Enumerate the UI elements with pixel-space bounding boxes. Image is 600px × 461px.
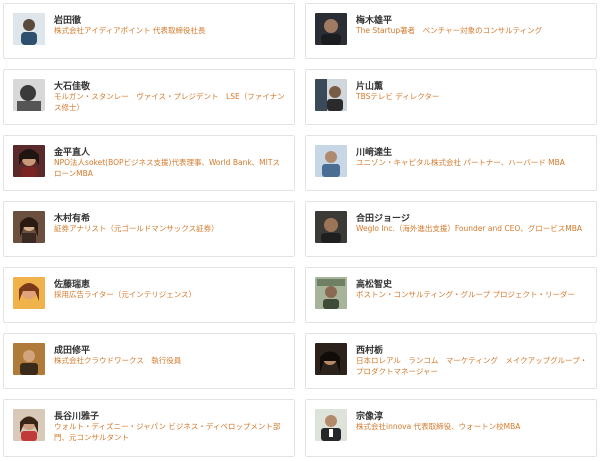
avatar [315, 409, 347, 441]
person-photo-icon [315, 79, 347, 111]
avatar [13, 79, 45, 111]
person-photo-icon [315, 211, 347, 243]
profile-title: TBSテレビ ディレクター [356, 92, 440, 101]
person-photo-icon [315, 277, 347, 309]
avatar [315, 343, 347, 375]
profile-card[interactable]: 木村有希 証券アナリスト（元ゴールドマンサックス証券） [3, 201, 295, 257]
person-photo-icon [13, 79, 45, 111]
person-photo-icon [13, 409, 45, 441]
profile-title: 採用広告ライター（元インテリジェンス） [54, 290, 197, 299]
profile-title: ユニゾン・キャピタル株式会社 パートナー、ハーバード MBA [356, 158, 565, 167]
profile-card[interactable]: 川﨑達生 ユニゾン・キャピタル株式会社 パートナー、ハーバード MBA [305, 135, 597, 191]
person-photo-icon [13, 13, 45, 45]
profile-title: NPO法人soket(BOPビジネス支援)代表理事、World Bank、MIT… [54, 158, 280, 178]
person-photo-icon [315, 145, 347, 177]
profile-card[interactable]: 大石佳敬 モルガン・スタンレー ヴァイス・プレジデント LSE（ファイナンス修士… [3, 69, 295, 125]
avatar [13, 13, 45, 45]
avatar [13, 343, 45, 375]
profile-title: モルガン・スタンレー ヴァイス・プレジデント LSE（ファイナンス修士） [54, 92, 285, 112]
profile-card[interactable]: 佐藤瑞恵 採用広告ライター（元インテリジェンス） [3, 267, 295, 323]
person-photo-icon [13, 211, 45, 243]
person-photo-icon [13, 145, 45, 177]
avatar [13, 211, 45, 243]
profile-grid: 岩田徹 株式会社アイディアポイント 代表取締役社長 梅木雄平 The Start… [0, 0, 600, 461]
person-photo-icon [13, 343, 45, 375]
person-photo-icon [315, 409, 347, 441]
avatar [315, 277, 347, 309]
profile-title: Weglo Inc.（海外進出支援）Founder and CEO、グロービスM… [356, 224, 582, 233]
profile-card[interactable]: 合田ジョージ Weglo Inc.（海外進出支援）Founder and CEO… [305, 201, 597, 257]
profile-title: ボストン・コンサルティング・グループ プロジェクト・リーダー [356, 290, 575, 299]
profile-card[interactable]: 宗像淳 株式会社innova 代表取締役、ウォートン校MBA [305, 399, 597, 457]
profile-title: 株式会社クラウドワークス 執行役員 [54, 356, 182, 365]
profile-card[interactable]: 長谷川雅子 ウォルト・ディズニー・ジャパン ビジネス・ディベロップメント部門、元… [3, 399, 295, 457]
profile-title: 株式会社アイディアポイント 代表取締役社長 [54, 26, 206, 35]
avatar [13, 409, 45, 441]
avatar [13, 277, 45, 309]
avatar [315, 145, 347, 177]
profile-title: 株式会社innova 代表取締役、ウォートン校MBA [356, 422, 521, 431]
profile-card[interactable]: 西村栃 日本ロレアル ランコム マーケティング メイクアップグループ・プロダクト… [305, 333, 597, 389]
profile-card[interactable]: 片山薫 TBSテレビ ディレクター [305, 69, 597, 125]
avatar [13, 145, 45, 177]
person-photo-icon [315, 13, 347, 45]
avatar [315, 13, 347, 45]
profile-title: ウォルト・ディズニー・ジャパン ビジネス・ディベロップメント部門、元コンサルタン… [54, 422, 281, 442]
profile-card[interactable]: 成田修平 株式会社クラウドワークス 執行役員 [3, 333, 295, 389]
profile-card[interactable]: 金平直人 NPO法人soket(BOPビジネス支援)代表理事、World Ban… [3, 135, 295, 191]
profile-card[interactable]: 岩田徹 株式会社アイディアポイント 代表取締役社長 [3, 3, 295, 59]
profile-card[interactable]: 高松智史 ボストン・コンサルティング・グループ プロジェクト・リーダー [305, 267, 597, 323]
profile-title: 証券アナリスト（元ゴールドマンサックス証券） [54, 224, 219, 233]
profile-card[interactable]: 梅木雄平 The Startup著者 ベンチャー対象のコンサルティング [305, 3, 597, 59]
person-photo-icon [13, 277, 45, 309]
avatar [315, 79, 347, 111]
profile-title: 日本ロレアル ランコム マーケティング メイクアップグループ・プロダクトマネージ… [356, 356, 588, 376]
profile-title: The Startup著者 ベンチャー対象のコンサルティング [356, 26, 543, 35]
avatar [315, 211, 347, 243]
person-photo-icon [315, 343, 347, 375]
